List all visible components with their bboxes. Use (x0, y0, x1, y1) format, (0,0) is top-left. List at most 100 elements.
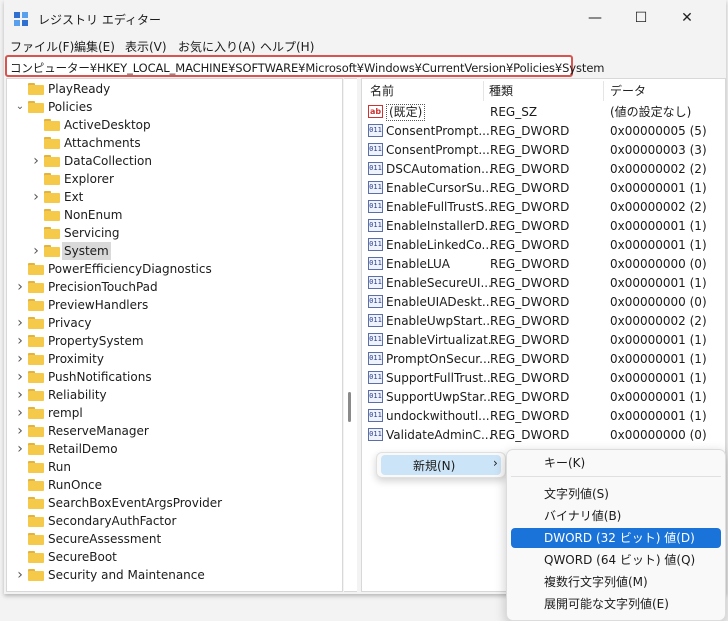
chevron-right-icon[interactable]: › (15, 386, 25, 404)
value-row[interactable]: 011 undockwithoutl... REG_DWORD 0x00000001 … (362, 407, 725, 425)
tree-item[interactable]: › PropertySystem (7, 332, 342, 350)
chevron-right-icon[interactable]: › (15, 350, 25, 368)
tree-item[interactable]: SearchBoxEventArgsProvider (7, 494, 342, 512)
value-row[interactable]: 011 ConsentPrompt... REG_DWORD 0x00000005 (… (362, 122, 725, 140)
submenu-item[interactable]: 文字列値(S) (511, 484, 721, 504)
maximize-button[interactable]: ☐ (618, 0, 664, 36)
tree-item[interactable]: › DataCollection (7, 152, 342, 170)
tree-item[interactable]: › Proximity (7, 350, 342, 368)
folder-icon (28, 407, 44, 419)
value-row[interactable]: 011 EnableLinkedCo... REG_DWORD 0x00000001 … (362, 236, 725, 254)
chevron-right-icon[interactable]: › (15, 404, 25, 422)
minimize-button[interactable]: — (572, 0, 618, 36)
value-row[interactable]: 011 SupportFullTrust... REG_DWORD 0x0000000… (362, 369, 725, 387)
value-row[interactable]: 011 EnableFullTrustS... REG_DWORD 0x0000000… (362, 198, 725, 216)
value-row[interactable]: ab (既定) REG_SZ (値の設定なし) (362, 103, 725, 121)
value-row[interactable]: 011 ValidateAdminC... REG_DWORD 0x00000000 … (362, 426, 725, 444)
tree-item-label: rempl (48, 406, 83, 420)
column-header-type[interactable]: 種類 (489, 81, 513, 101)
value-row[interactable]: 011 EnableLUA REG_DWORD 0x00000000 (0) (362, 255, 725, 273)
dword-value-icon: 011 (368, 257, 383, 270)
tree-item[interactable]: SecondaryAuthFactor (7, 512, 342, 530)
tree-item[interactable]: PlayReady (7, 80, 342, 98)
submenu-item[interactable]: 複数行文字列値(M) (511, 572, 721, 592)
dword-value-icon: 011 (368, 124, 383, 137)
chevron-right-icon[interactable]: › (15, 422, 25, 440)
value-row[interactable]: 011 EnableVirtualizat... REG_DWORD 0x000000… (362, 331, 725, 349)
chevron-right-icon[interactable]: › (15, 314, 25, 332)
chevron-right-icon[interactable]: › (31, 242, 41, 260)
tree-item[interactable]: Servicing (7, 224, 342, 242)
submenu-item[interactable]: DWORD (32 ビット) 値(D) (511, 528, 721, 548)
value-row[interactable]: 011 EnableCursorSu... REG_DWORD 0x00000001 … (362, 179, 725, 197)
menu-item-new[interactable]: 新規(N) › (381, 455, 501, 475)
tree-item[interactable]: › Security and Maintenance (7, 566, 342, 584)
menu-file[interactable]: ファイル(F) (10, 38, 74, 55)
tree-item[interactable]: › PrecisionTouchPad (7, 278, 342, 296)
column-header-name[interactable]: 名前 (370, 81, 394, 101)
folder-icon (28, 101, 44, 113)
chevron-right-icon[interactable]: › (31, 152, 41, 170)
tree-item[interactable]: RunOnce (7, 476, 342, 494)
tree-item[interactable]: › RetailDemo (7, 440, 342, 458)
tree-item[interactable]: › PushNotifications (7, 368, 342, 386)
tree-item[interactable]: SecureAssessment (7, 530, 342, 548)
submenu-item[interactable]: バイナリ値(B) (511, 506, 721, 526)
tree-item[interactable]: PreviewHandlers (7, 296, 342, 314)
tree-item[interactable]: PowerEfficiencyDiagnostics (7, 260, 342, 278)
address-bar[interactable]: コンピューター¥HKEY_LOCAL_MACHINE¥SOFTWARE¥Micr… (5, 55, 605, 77)
tree-item[interactable]: Attachments (7, 134, 342, 152)
value-row[interactable]: 011 SupportUwpStar... REG_DWORD 0x00000001 … (362, 388, 725, 406)
chevron-right-icon[interactable]: › (15, 368, 25, 386)
menu-edit[interactable]: 編集(E) (74, 38, 115, 55)
tree-item[interactable]: › Reliability (7, 386, 342, 404)
value-row[interactable]: 011 EnableUwpStart... REG_DWORD 0x00000002 … (362, 312, 725, 330)
submenu-item[interactable]: 展開可能な文字列値(E) (511, 594, 721, 614)
menu-help[interactable]: ヘルプ(H) (260, 38, 314, 55)
tree-item[interactable]: Explorer (7, 170, 342, 188)
value-row[interactable]: 011 EnableSecureUI... REG_DWORD 0x00000001 … (362, 274, 725, 292)
value-row[interactable]: 011 PromptOnSecur... REG_DWORD 0x00000001 (… (362, 350, 725, 368)
value-row[interactable]: 011 ConsentPrompt... REG_DWORD 0x00000003 (… (362, 141, 725, 159)
chevron-right-icon[interactable]: › (31, 188, 41, 206)
column-divider[interactable] (483, 81, 484, 101)
column-divider[interactable] (603, 81, 604, 101)
menu-item-new-label: 新規(N) (413, 459, 456, 473)
tree-item[interactable]: › rempl (7, 404, 342, 422)
dword-value-icon: 011 (368, 352, 383, 365)
column-header-data[interactable]: データ (610, 81, 646, 101)
chevron-right-icon[interactable]: › (15, 440, 25, 458)
tree-item[interactable]: › System (7, 242, 342, 260)
tree-item[interactable]: ActiveDesktop (7, 116, 342, 134)
tree-item[interactable]: ⌄ Policies (7, 98, 342, 116)
value-data: (値の設定なし) (610, 105, 692, 119)
tree-item-label: RetailDemo (48, 442, 118, 456)
tree-scrollbar[interactable] (344, 78, 357, 592)
scrollbar-thumb[interactable] (348, 392, 351, 422)
submenu-item[interactable]: キー(K) (511, 453, 721, 473)
submenu-item[interactable]: QWORD (64 ビット) 値(Q) (511, 550, 721, 570)
value-name: EnableVirtualizat... (386, 333, 500, 347)
value-row[interactable]: 011 EnableInstallerD... REG_DWORD 0x0000000… (362, 217, 725, 235)
tree-item[interactable]: SecureBoot (7, 548, 342, 566)
chevron-right-icon[interactable]: › (15, 566, 25, 584)
tree-item[interactable]: Run (7, 458, 342, 476)
value-type: REG_DWORD (490, 124, 570, 138)
chevron-down-icon[interactable]: ⌄ (15, 98, 25, 116)
tree-item[interactable]: › Privacy (7, 314, 342, 332)
key-tree[interactable]: PlayReady ⌄ Policies ActiveDesktop Attachmen… (6, 78, 343, 592)
tree-item[interactable]: › Ext (7, 188, 342, 206)
chevron-right-icon[interactable]: › (15, 278, 25, 296)
folder-icon (28, 371, 44, 383)
close-button[interactable]: ✕ (664, 0, 710, 36)
tree-item[interactable]: › ReserveManager (7, 422, 342, 440)
close-icon: ✕ (681, 10, 693, 26)
tree-item[interactable]: NonEnum (7, 206, 342, 224)
chevron-right-icon[interactable]: › (15, 332, 25, 350)
menu-favorites[interactable]: お気に入り(A) (178, 38, 256, 55)
value-row[interactable]: 011 DSCAutomation... REG_DWORD 0x00000002 (… (362, 160, 725, 178)
menu-view[interactable]: 表示(V) (125, 38, 167, 55)
value-row[interactable]: 011 EnableUIADeskt... REG_DWORD 0x00000000 … (362, 293, 725, 311)
